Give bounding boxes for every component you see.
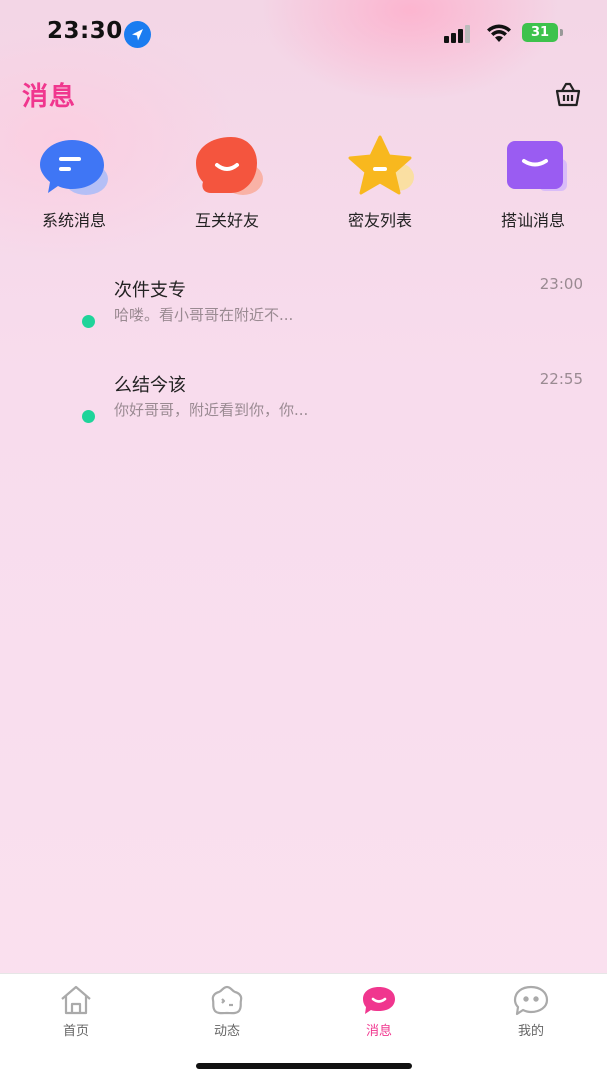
quick-action-greeting-messages[interactable]: 搭讪消息: [478, 135, 588, 231]
conversation-time: 23:00: [539, 275, 583, 293]
moments-icon: [209, 984, 245, 1016]
tab-profile[interactable]: 我的: [481, 984, 581, 1039]
cellular-signal-icon: [444, 25, 474, 43]
quick-action-close-friends[interactable]: 密友列表: [325, 135, 435, 231]
home-indicator: [196, 1063, 412, 1069]
battery-tip: [560, 29, 563, 36]
status-time: 23:30: [47, 18, 123, 44]
wifi-icon: [484, 22, 514, 44]
conversation-item[interactable]: 次件支专 23:00 哈喽。看小哥哥在附近不...: [0, 262, 607, 352]
tab-label: 我的: [517, 1024, 544, 1039]
greeting-message-icon: [493, 135, 573, 199]
quick-action-label: 系统消息: [41, 211, 106, 230]
tab-label: 首页: [62, 1024, 89, 1039]
quick-action-label: 密友列表: [347, 211, 412, 230]
tab-messages[interactable]: 消息: [329, 984, 429, 1039]
home-icon: [58, 984, 94, 1016]
quick-action-mutual-friends[interactable]: 互关好友: [172, 135, 282, 231]
quick-action-label: 互关好友: [194, 211, 259, 230]
shop-basket-icon[interactable]: [553, 80, 583, 110]
message-bubble-icon: [361, 984, 397, 1016]
location-arrow-icon: [124, 21, 151, 48]
conversation-time: 22:55: [539, 370, 583, 388]
online-status-dot: [82, 410, 95, 423]
conversation-preview: 你好哥哥，附近看到你，你...: [114, 401, 309, 419]
quick-action-label: 搭讪消息: [500, 211, 565, 230]
conversation-item[interactable]: 么结今该 22:55 你好哥哥，附近看到你，你...: [0, 357, 607, 447]
tab-label: 动态: [213, 1024, 240, 1039]
page-title: 消息: [22, 82, 77, 112]
online-status-dot: [82, 315, 95, 328]
conversation-name: 次件支专: [114, 280, 186, 301]
tab-home[interactable]: 首页: [26, 984, 126, 1039]
tab-moments[interactable]: 动态: [177, 984, 277, 1039]
tab-label: 消息: [365, 1024, 392, 1039]
close-friends-star-icon: [340, 135, 420, 199]
battery-charging-icon: 31: [522, 23, 558, 42]
battery-level: 31: [530, 25, 550, 40]
quick-action-system-messages[interactable]: 系统消息: [19, 135, 129, 231]
conversation-name: 么结今该: [114, 375, 186, 396]
status-bar: 23:30 31: [0, 0, 607, 66]
profile-face-icon: [513, 984, 549, 1016]
system-message-icon: [34, 135, 114, 199]
mutual-friends-icon: [187, 135, 267, 199]
conversation-preview: 哈喽。看小哥哥在附近不...: [114, 306, 294, 324]
